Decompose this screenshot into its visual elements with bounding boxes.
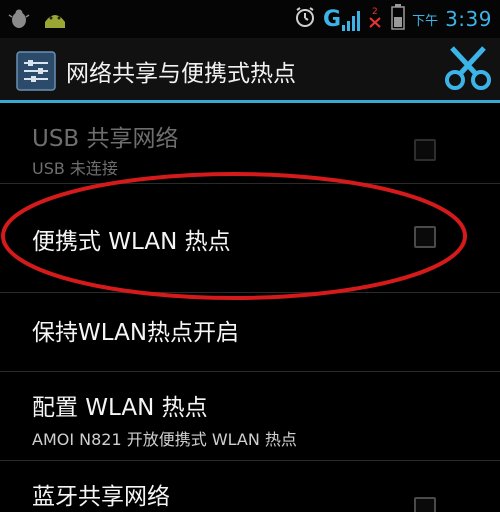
list-item-title: 配置 WLAN 热点 [32, 395, 208, 421]
list-item-portable-hotspot[interactable]: 便携式 WLAN 热点 [0, 184, 500, 293]
portable-hotspot-checkbox[interactable] [414, 226, 436, 248]
list-item-title: 保持WLAN热点开启 [32, 320, 240, 346]
bug-icon [8, 8, 30, 34]
battery-icon [391, 4, 405, 34]
action-bar: 网络共享与便携式热点 [0, 38, 500, 100]
page-title: 网络共享与便携式热点 [66, 61, 296, 87]
status-ampm: 下午 [412, 13, 439, 29]
svg-text:2: 2 [372, 7, 378, 17]
usb-tethering-checkbox[interactable] [414, 139, 436, 161]
list-item-keep-hotspot-on[interactable]: 保持WLAN热点开启 [0, 293, 500, 372]
android-settings-screen: G 2 下午 3:39 网络共享与便携式热点 USB 共享网络 USB 未连接 … [0, 0, 500, 512]
list-item-subtitle: USB 未连接 [32, 159, 118, 178]
alarm-clock-icon [294, 6, 316, 32]
missed-call-icon: 2 [368, 5, 384, 33]
list-item-title: USB 共享网络 [32, 126, 179, 152]
list-item-title: 便携式 WLAN 热点 [32, 229, 231, 255]
signal-network-label: G [323, 6, 342, 32]
list-item-usb-tethering[interactable]: USB 共享网络 USB 未连接 [0, 103, 500, 184]
list-item-bluetooth-tethering[interactable]: 蓝牙共享网络 [0, 461, 500, 512]
status-time: 3:39 [445, 7, 492, 31]
list-item-configure-hotspot[interactable]: 配置 WLAN 热点 AMOI N821 开放便携式 WLAN 热点 [0, 372, 500, 461]
scissors-icon[interactable] [444, 44, 492, 92]
list-item-title: 蓝牙共享网络 [32, 484, 170, 510]
status-bar-notifications [8, 8, 68, 34]
settings-sliders-icon[interactable] [16, 51, 56, 91]
signal-g-icon: G [323, 7, 361, 32]
bluetooth-tethering-checkbox[interactable] [414, 497, 436, 512]
android-icon [42, 8, 68, 34]
list-item-subtitle: AMOI N821 开放便携式 WLAN 热点 [32, 430, 297, 449]
status-bar: G 2 下午 3:39 [0, 0, 500, 38]
status-bar-system: G 2 下午 3:39 [294, 4, 492, 34]
